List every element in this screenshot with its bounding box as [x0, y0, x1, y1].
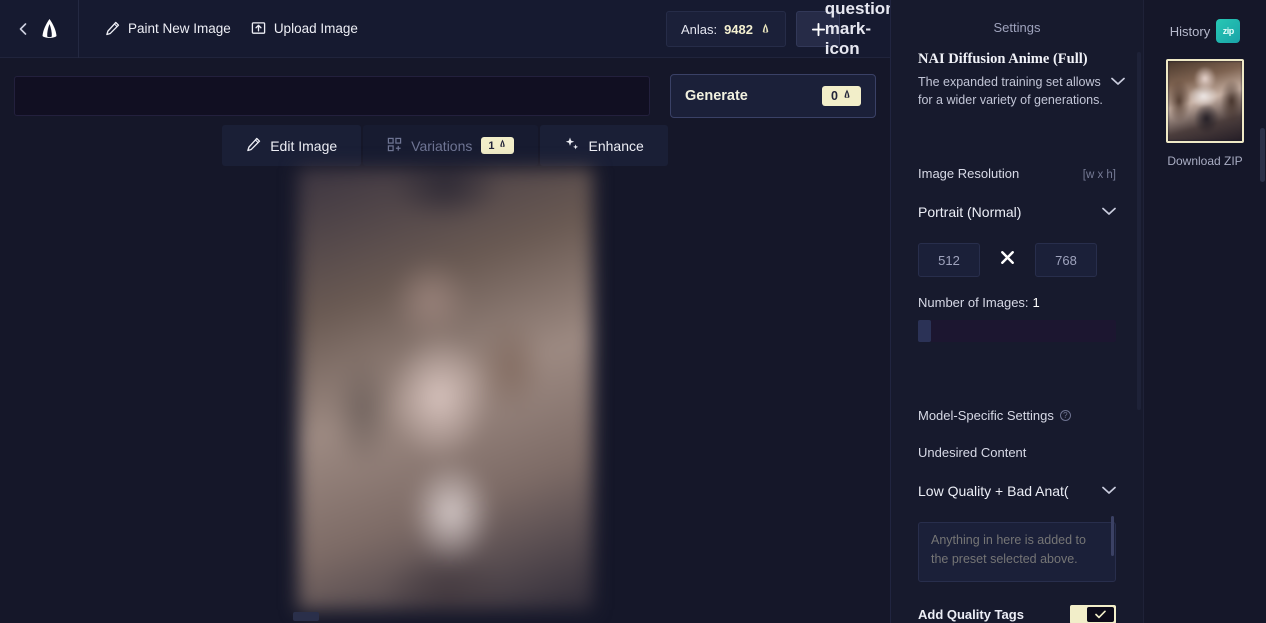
history-panel: History zip Download ZIP — [1143, 0, 1266, 623]
grid-variations-icon — [387, 137, 402, 155]
zip-file-icon[interactable]: zip — [1216, 19, 1241, 43]
collapse-sidebar-icon[interactable] — [12, 22, 34, 35]
generate-button[interactable]: Generate 0 — [670, 74, 876, 118]
info-icon[interactable]: ? — [1059, 410, 1071, 422]
model-name: NAI Diffusion Anime (Full) — [918, 51, 1088, 67]
resolution-label: Image Resolution — [918, 166, 1020, 182]
paint-new-image-label: Paint New Image — [128, 21, 231, 36]
tab-variations-badge-value: 1 — [488, 139, 495, 152]
upload-image-label: Upload Image — [273, 21, 358, 36]
width-input[interactable] — [918, 243, 980, 278]
history-title: History — [1169, 23, 1211, 39]
settings-panel-title: Settings — [993, 20, 1041, 35]
upload-image-button[interactable]: Upload Image — [241, 15, 368, 42]
resolution-preset-select[interactable]: Portrait (Normal) — [918, 195, 1116, 229]
resolution-preset-value: Portrait (Normal) — [918, 204, 1022, 221]
model-specific-settings-header[interactable]: Model-Specific Settings ? — [918, 408, 1116, 423]
image-tools-tabs: Edit Image Variations 1 Enhance — [0, 125, 890, 166]
number-of-images-label: Number of Images: 1 — [918, 295, 1116, 310]
upload-icon — [251, 21, 266, 36]
resolution-header: Image Resolution [w x h] — [918, 166, 1116, 181]
tab-variations-badge: 1 — [481, 137, 514, 154]
model-specific-settings-label: Model-Specific Settings — [918, 408, 1054, 424]
help-button[interactable]: question-mark-icon — [825, 0, 902, 58]
tab-edit-image[interactable]: Edit Image — [222, 125, 362, 166]
image-canvas-area — [0, 168, 890, 623]
tab-enhance-label: Enhance — [588, 137, 644, 154]
generate-cost-badge: 0 — [822, 86, 861, 106]
number-of-images-slider[interactable] — [918, 320, 1116, 343]
history-thumbnail[interactable] — [1166, 59, 1244, 143]
anlas-value: 9482 — [724, 21, 753, 37]
anlas-icon — [760, 23, 771, 35]
slider-track[interactable] — [930, 320, 1116, 343]
toolbar-right-group: Anlas: 9482 question-mark-icon — [665, 0, 902, 58]
settings-panel-scrollbar[interactable] — [1137, 52, 1141, 410]
top-toolbar: Paint New Image Upload Image Anlas: 9482… — [0, 0, 902, 58]
settings-panel: Settings NAI Diffusion Anime (Full) The … — [890, 0, 1143, 623]
toolbar-divider — [78, 0, 79, 58]
undesired-content-preset-select[interactable]: Low Quality + Bad Anat( — [918, 474, 1116, 508]
slider-thumb[interactable] — [918, 320, 931, 343]
sparkles-icon — [564, 136, 580, 155]
zip-badge-label: zip — [1222, 26, 1235, 36]
tab-variations-label: Variations — [411, 137, 473, 154]
panel-divider — [891, 135, 1143, 136]
undesired-content-textarea[interactable] — [918, 522, 1116, 583]
anlas-balance-pill[interactable]: Anlas: 9482 — [665, 11, 786, 47]
generate-label: Generate — [685, 88, 748, 104]
add-quality-tags-label: Add Quality Tags — [918, 607, 1024, 623]
chevron-down-icon[interactable] — [1102, 203, 1116, 221]
model-selector[interactable]: NAI Diffusion Anime (Full) The expanded … — [891, 51, 1143, 109]
anlas-label: Anlas: — [680, 21, 718, 37]
add-quality-tags-toggle[interactable] — [1070, 605, 1116, 623]
paint-new-image-button[interactable]: Paint New Image — [95, 15, 241, 42]
undesired-content-preset-value: Low Quality + Bad Anat( — [918, 483, 1069, 500]
model-selector-text: NAI Diffusion Anime (Full) The expanded … — [918, 51, 1105, 109]
textarea-scrollbar[interactable] — [1111, 516, 1114, 557]
anlas-icon — [498, 139, 507, 152]
number-of-images-text: Number of Images: — [918, 295, 1029, 311]
history-scrollbar[interactable] — [1260, 128, 1265, 182]
image-action-stub[interactable] — [293, 612, 319, 621]
resolution-section: Image Resolution [w x h] Portrait (Norma… — [891, 166, 1143, 623]
resolution-hint: [w x h] — [1082, 169, 1116, 182]
undesired-content-textarea-wrap — [918, 508, 1116, 587]
tab-enhance[interactable]: Enhance — [539, 125, 668, 166]
anlas-icon — [842, 89, 852, 103]
model-description: The expanded training set allows for a w… — [918, 75, 1103, 108]
generated-image[interactable] — [297, 168, 593, 610]
tab-variations[interactable]: Variations 1 — [363, 125, 538, 166]
main-content-column: Paint New Image Upload Image Anlas: 9482… — [0, 0, 902, 623]
history-header: History zip — [1144, 0, 1266, 43]
check-icon — [1087, 607, 1114, 623]
brush-icon — [105, 21, 120, 36]
height-input[interactable] — [1035, 243, 1097, 278]
multiply-x-icon — [980, 249, 1035, 271]
tab-edit-image-label: Edit Image — [270, 137, 338, 154]
prompt-input[interactable] — [14, 76, 650, 116]
chevron-down-icon[interactable] — [1102, 482, 1116, 500]
number-of-images-value: 1 — [1032, 295, 1040, 311]
download-zip-link[interactable]: Download ZIP — [1144, 154, 1266, 168]
novelai-logo-icon[interactable] — [34, 18, 64, 40]
prompt-row: Generate 0 — [0, 58, 890, 118]
add-quality-tags-row: Add Quality Tags — [918, 605, 1116, 623]
chevron-down-icon[interactable] — [1111, 73, 1125, 91]
undesired-content-label: Undesired Content — [918, 445, 1027, 461]
dimension-inputs — [918, 243, 1116, 278]
generate-cost-value: 0 — [831, 89, 838, 103]
history-thumbnail-image — [1168, 61, 1242, 141]
brush-icon — [246, 137, 261, 155]
